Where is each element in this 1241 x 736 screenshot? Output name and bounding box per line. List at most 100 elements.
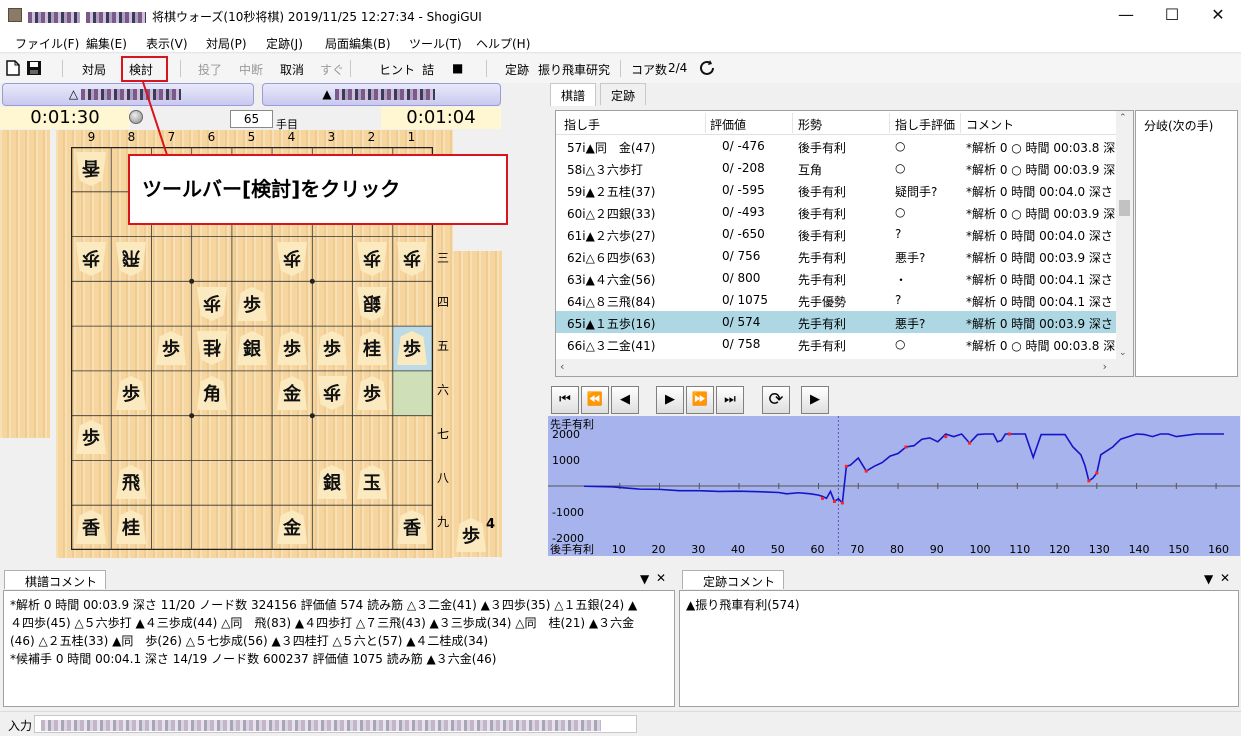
move-now-button[interactable]: すぐ: [320, 61, 344, 78]
branch-panel[interactable]: 分岐(次の手): [1135, 110, 1238, 377]
gote-silver-piece[interactable]: 銀: [357, 287, 387, 321]
tab-kifu[interactable]: 棋譜: [550, 83, 597, 106]
joseki-comment-text[interactable]: ▲振り飛車有利(574): [679, 590, 1239, 707]
sente-pawn-piece[interactable]: 歩: [237, 287, 267, 321]
taikyoku-button[interactable]: 対局: [82, 61, 106, 78]
pane-dropdown-icon[interactable]: ▼: [640, 572, 649, 586]
back-button[interactable]: ◀: [611, 386, 639, 414]
interrupt-button[interactable]: 中断: [239, 61, 263, 78]
back-fast-button[interactable]: ⏪: [581, 386, 609, 414]
move-row[interactable]: 57i▲同 金(47) 0/ -476 後手有利 ○ *解析 0 ○ 時間 00…: [556, 135, 1118, 157]
sente-pawn-piece[interactable]: 歩: [277, 331, 307, 365]
sente-bishop-piece[interactable]: 角: [197, 376, 227, 410]
menu-position-edit[interactable]: 局面編集(B): [325, 35, 391, 52]
evaluation-graph[interactable]: 20001000-1000-200010 20 30 40 50 60 70 80 90 100 1…: [548, 416, 1240, 556]
sente-hand-pawn-piece[interactable]: 歩: [456, 518, 486, 552]
input-field[interactable]: [34, 715, 637, 733]
gote-lance-piece[interactable]: 香: [76, 152, 106, 186]
kifu-comment-text[interactable]: *解析 0 時間 00:03.9 深さ 11/20 ノード数 324156 評価…: [3, 590, 675, 707]
play-button[interactable]: ▶: [801, 386, 829, 414]
gote-knight-piece[interactable]: 桂: [197, 331, 227, 365]
pane-dropdown-icon[interactable]: ▼: [1204, 572, 1213, 586]
sente-gold-piece[interactable]: 金: [277, 376, 307, 410]
move-row[interactable]: 58i△３六歩打 0/ -208 互角 ○ *解析 0 ○ 時間 00:03.9…: [556, 157, 1118, 179]
forward-fast-button[interactable]: ⏩: [686, 386, 714, 414]
scroll-up-icon[interactable]: ⌃: [1119, 113, 1127, 123]
move-row[interactable]: 63i▲４六金(56) 0/ 800 先手有利 ・ *解析 0 時間 00:04…: [556, 267, 1118, 289]
resign-button[interactable]: 投了: [198, 61, 222, 78]
move-number-field[interactable]: 65: [230, 110, 273, 128]
menu-edit[interactable]: 編集(E): [86, 35, 127, 52]
col-label: 9: [87, 130, 96, 144]
sente-rook-piece[interactable]: 飛: [116, 465, 146, 499]
undo-button[interactable]: 取消: [280, 61, 304, 78]
first-move-button[interactable]: ⏮: [551, 386, 579, 414]
move-row[interactable]: 62i△６四歩(63) 0/ 756 先手有利 悪手? *解析 0 時間 00:…: [556, 245, 1118, 267]
sente-pawn-piece[interactable]: 歩: [76, 420, 106, 454]
sente-pawn-piece[interactable]: 歩: [397, 331, 427, 365]
move-list[interactable]: 指し手 評価値 形勢 指し手評価 コメント 57i▲同 金(47) 0/ -47…: [555, 110, 1134, 377]
move-row-selected[interactable]: 65i▲１五歩(16) 0/ 574 先手有利 悪手? *解析 0 時間 00:…: [556, 311, 1118, 333]
maximize-button[interactable]: ☐: [1149, 0, 1195, 31]
save-icon[interactable]: [26, 60, 42, 76]
joseki-comment-tab[interactable]: 定跡コメント: [682, 570, 785, 589]
joseki-select[interactable]: 振り飛車研究: [538, 61, 610, 78]
pane-close-icon[interactable]: ✕: [1220, 571, 1230, 585]
tab-joseki[interactable]: 定跡: [600, 83, 647, 105]
gote-pawn-piece[interactable]: 歩: [277, 242, 307, 276]
menu-view[interactable]: 表示(V): [146, 35, 188, 52]
scroll-left-icon[interactable]: ‹: [560, 360, 564, 373]
menu-file[interactable]: ファイル(F): [15, 35, 79, 52]
forward-button[interactable]: ▶: [656, 386, 684, 414]
sente-lance-piece[interactable]: 香: [397, 510, 427, 544]
col-header-judge[interactable]: 指し手評価: [895, 116, 955, 133]
sente-pawn-piece[interactable]: 歩: [357, 376, 387, 410]
col-header-move[interactable]: 指し手: [564, 116, 600, 133]
gote-pawn-piece[interactable]: 歩: [397, 242, 427, 276]
menu-joseki[interactable]: 定跡(J): [266, 35, 303, 52]
scroll-down-icon[interactable]: ⌄: [1119, 348, 1127, 358]
refresh-icon[interactable]: [698, 59, 717, 78]
pane-close-icon[interactable]: ✕: [656, 571, 666, 585]
minimize-button[interactable]: —: [1103, 0, 1149, 31]
stop-button[interactable]: ■: [452, 61, 463, 75]
kifu-comment-tab[interactable]: 棋譜コメント: [4, 570, 107, 589]
gote-rook-piece[interactable]: 飛: [116, 242, 146, 276]
col-header-eval[interactable]: 評価値: [710, 116, 746, 133]
flip-board-button[interactable]: ⟳: [762, 386, 790, 414]
sente-pawn-piece[interactable]: 歩: [116, 376, 146, 410]
close-button[interactable]: ✕: [1195, 0, 1241, 31]
sente-knight-piece[interactable]: 桂: [357, 331, 387, 365]
menu-game[interactable]: 対局(P): [206, 35, 247, 52]
scroll-right-icon[interactable]: ›: [1103, 360, 1107, 373]
move-row[interactable]: 60i△２四銀(33) 0/ -493 後手有利 ○ *解析 0 ○ 時間 00…: [556, 201, 1118, 223]
col-header-state[interactable]: 形勢: [798, 116, 822, 133]
move-row[interactable]: 66i△３二金(41) 0/ 758 先手有利 ○ *解析 0 ○ 時間 00:…: [556, 333, 1118, 355]
sente-knight-piece[interactable]: 桂: [116, 510, 146, 544]
gote-pawn-piece[interactable]: 歩: [197, 287, 227, 321]
move-row[interactable]: 59i▲２五桂(37) 0/ -595 後手有利 疑問手? *解析 0 時間 0…: [556, 179, 1118, 201]
gote-pawn-piece[interactable]: 歩: [76, 242, 106, 276]
hint-button[interactable]: ヒント: [379, 61, 415, 78]
sente-gold-piece[interactable]: 金: [277, 510, 307, 544]
menu-tools[interactable]: ツール(T): [409, 35, 462, 52]
sente-pawn-piece[interactable]: 歩: [317, 331, 347, 365]
gote-pawn-piece[interactable]: 歩: [357, 242, 387, 276]
gote-pawn-piece[interactable]: 歩: [317, 376, 347, 410]
new-document-icon[interactable]: [6, 60, 20, 76]
move-row[interactable]: 61i▲２六歩(27) 0/ -650 後手有利 ? *解析 0 時間 00:0…: [556, 223, 1118, 245]
move-list-vscrollbar[interactable]: ⌃ ⌄: [1116, 111, 1133, 360]
sente-mark: ▲: [322, 87, 332, 101]
col-header-comment[interactable]: コメント: [966, 116, 1014, 133]
sente-silver-piece[interactable]: 銀: [317, 465, 347, 499]
sente-king-piece[interactable]: 玉: [357, 465, 387, 499]
last-move-button[interactable]: ⏭: [716, 386, 744, 414]
scroll-thumb[interactable]: [1119, 200, 1130, 216]
menu-help[interactable]: ヘルプ(H): [476, 35, 530, 52]
move-list-hscrollbar[interactable]: ‹ ›: [556, 359, 1133, 376]
tsume-button[interactable]: 詰: [422, 61, 434, 78]
move-row[interactable]: 64i△８三飛(84) 0/ 1075 先手優勢 ? *解析 0 時間 00:0…: [556, 289, 1118, 311]
sente-pawn-piece[interactable]: 歩: [156, 331, 186, 365]
sente-lance-piece[interactable]: 香: [76, 510, 106, 544]
sente-silver-piece[interactable]: 銀: [237, 331, 267, 365]
